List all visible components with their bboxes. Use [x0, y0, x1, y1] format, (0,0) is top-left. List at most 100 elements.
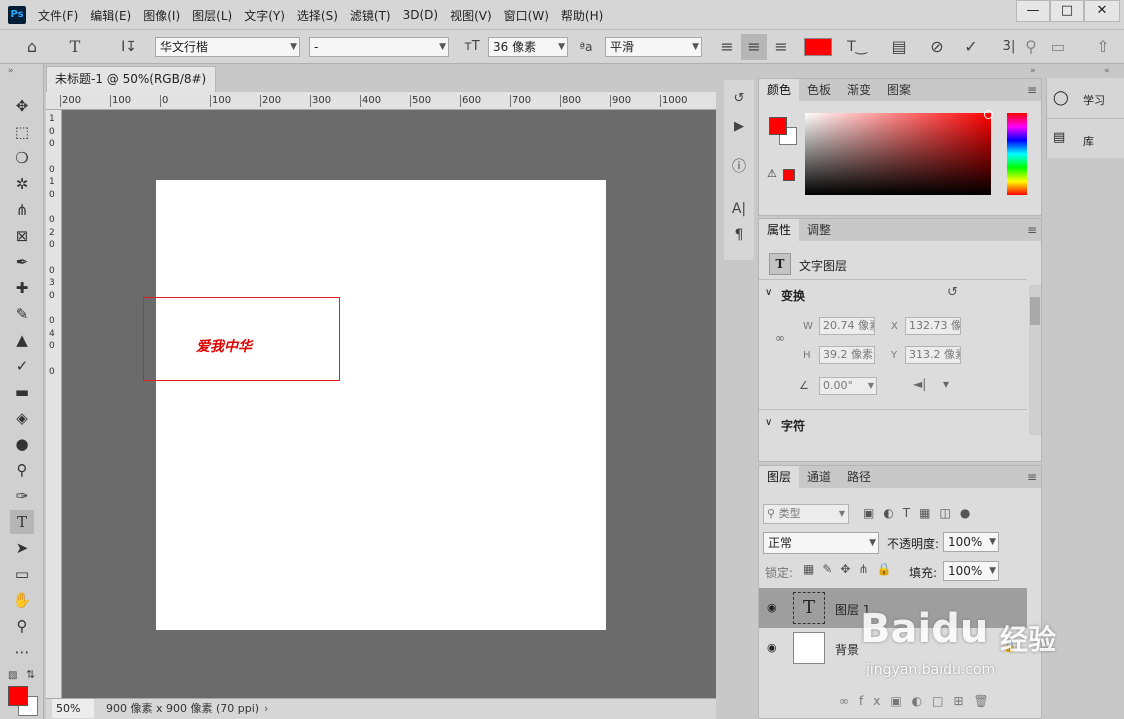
y-field[interactable]: 313.2 像素	[905, 346, 961, 364]
link-icon[interactable]: ∞	[775, 331, 785, 345]
anti-alias-select[interactable]: 平滑 ▼	[605, 37, 702, 57]
canvas-area[interactable]: 爱我中华	[62, 110, 716, 698]
scrollbar-thumb[interactable]	[1030, 297, 1040, 325]
share-icon[interactable]: ⇧	[1092, 36, 1114, 58]
eyedropper-tool-icon[interactable]: ✒	[10, 250, 34, 274]
more-tools-icon[interactable]: ⋯	[10, 640, 34, 664]
swap-colors-icon[interactable]: ⇅	[26, 668, 35, 681]
menu-filter[interactable]: 滤镜(T)	[344, 7, 397, 24]
lasso-tool-icon[interactable]: ❍	[10, 146, 34, 170]
chevron-down-icon[interactable]: ∨	[765, 287, 772, 298]
learn-label[interactable]: 学习	[1083, 92, 1105, 108]
menu-select[interactable]: 选择(S)	[291, 7, 344, 24]
tab-channels[interactable]: 通道	[799, 466, 839, 488]
flip-horizontal-icon[interactable]: ◄|	[913, 377, 926, 391]
menu-help[interactable]: 帮助(H)	[555, 7, 609, 24]
rectangle-tool-icon[interactable]: ▭	[10, 562, 34, 586]
3d-icon[interactable]: 3|	[1000, 36, 1018, 58]
text-color-swatch[interactable]	[804, 38, 832, 56]
chevron-right-icon[interactable]: ›	[264, 699, 268, 718]
crop-tool-icon[interactable]: ⋔	[10, 198, 34, 222]
fill-field[interactable]: 100% ▼	[943, 561, 999, 581]
color-field[interactable]	[805, 113, 991, 195]
libraries-icon[interactable]: ▤	[1053, 130, 1065, 145]
layer-name[interactable]: 图层 1	[835, 601, 870, 618]
menu-window[interactable]: 窗口(W)	[498, 7, 555, 24]
reset-icon[interactable]: ↺	[947, 285, 958, 300]
menu-file[interactable]: 文件(F)	[32, 7, 84, 24]
history-brush-tool-icon[interactable]: ✓	[10, 354, 34, 378]
foreground-color-swatch[interactable]	[8, 686, 28, 706]
fg-color-swatch[interactable]	[769, 117, 787, 135]
text-bounding-box[interactable]: 爱我中华	[143, 297, 340, 381]
menu-3d[interactable]: 3D(D)	[397, 8, 444, 22]
zoom-level[interactable]: 50%	[52, 699, 94, 718]
align-left-icon[interactable]: ≡	[716, 36, 738, 58]
type-tool-icon[interactable]: T	[10, 510, 34, 534]
flip-vertical-icon[interactable]: ▾	[943, 377, 949, 391]
menu-view[interactable]: 视图(V)	[444, 7, 498, 24]
cancel-icon[interactable]: ⊘	[926, 36, 948, 58]
height-field[interactable]: 39.2 像素	[819, 346, 875, 364]
marquee-tool-icon[interactable]: ⬚	[10, 120, 34, 144]
warp-text-icon[interactable]: T‿	[846, 36, 868, 58]
libraries-label[interactable]: 库	[1083, 133, 1094, 149]
workspace-icon[interactable]: ▭	[1046, 36, 1070, 58]
layer-filter-select[interactable]: ⚲ 类型 ▼	[763, 504, 849, 524]
tab-patterns[interactable]: 图案	[879, 79, 919, 101]
tab-properties[interactable]: 属性	[759, 219, 800, 241]
magic-wand-tool-icon[interactable]: ✲	[10, 172, 34, 196]
width-field[interactable]: 20.74 像素	[819, 317, 875, 335]
gamut-color-swatch[interactable]	[783, 169, 795, 181]
paint-bucket-tool-icon[interactable]: ◈	[10, 406, 34, 430]
tab-adjustments[interactable]: 调整	[799, 219, 839, 241]
character-icon[interactable]: A|	[728, 198, 750, 220]
document-tab[interactable]: 未标题-1 @ 50%(RGB/8#) ×	[46, 66, 216, 110]
pen-tool-icon[interactable]: ✑	[10, 484, 34, 508]
collapse-icon[interactable]: »	[1030, 66, 1036, 76]
learn-icon[interactable]: ◯	[1053, 90, 1069, 106]
dodge-tool-icon[interactable]: ⚲	[10, 458, 34, 482]
info-icon[interactable]: ⓘ	[728, 156, 750, 178]
menu-type[interactable]: 文字(Y)	[238, 7, 291, 24]
align-right-icon[interactable]: ≡	[770, 36, 792, 58]
default-colors-icon[interactable]: ▧	[8, 670, 17, 681]
tab-gradients[interactable]: 渐变	[839, 79, 879, 101]
lock-icons[interactable]: ▦✎✥⋔🔒	[803, 562, 899, 576]
eraser-tool-icon[interactable]: ▬	[10, 380, 34, 404]
align-center-icon[interactable]: ≡	[741, 34, 767, 60]
frame-tool-icon[interactable]: ⊠	[10, 224, 34, 248]
actions-play-icon[interactable]: ▶	[728, 116, 750, 138]
collapse-icon[interactable]: »	[8, 66, 14, 76]
path-selection-tool-icon[interactable]: ➤	[10, 536, 34, 560]
blend-mode-select[interactable]: 正常 ▼	[763, 532, 879, 554]
blur-tool-icon[interactable]: ●	[10, 432, 34, 456]
search-icon[interactable]: ⚲	[1022, 36, 1040, 58]
color-picker-handle[interactable]	[984, 110, 993, 119]
hand-tool-icon[interactable]: ✋	[10, 588, 34, 612]
gamut-warning-icon[interactable]: ⚠	[767, 167, 777, 180]
document-canvas[interactable]	[156, 180, 606, 630]
hue-slider[interactable]	[1007, 113, 1027, 195]
history-icon[interactable]: ↺	[728, 88, 750, 110]
menu-image[interactable]: 图像(I)	[137, 7, 186, 24]
tab-color[interactable]: 颜色	[759, 79, 800, 101]
eye-icon[interactable]: ◉	[767, 601, 777, 614]
zoom-tool-icon[interactable]: ⚲	[10, 614, 34, 638]
layer-filter-icons[interactable]: ▣◐T▦◫●	[863, 506, 979, 520]
maximize-button[interactable]: □	[1050, 0, 1084, 22]
character-panel-icon[interactable]: ▤	[888, 36, 910, 58]
font-size-select[interactable]: 36 像素 ▼	[488, 37, 568, 57]
minimize-button[interactable]: —	[1016, 0, 1050, 22]
stamp-tool-icon[interactable]: ▲	[10, 328, 34, 352]
tab-swatches[interactable]: 色板	[799, 79, 839, 101]
angle-field[interactable]: 0.00° ▼	[819, 377, 877, 395]
layer-row[interactable]: ◉ 背景 🔒	[759, 628, 1027, 668]
close-window-button[interactable]: ✕	[1084, 0, 1120, 22]
home-icon[interactable]: ⌂	[20, 36, 44, 58]
collapse-icon[interactable]: «	[1104, 66, 1110, 76]
opacity-field[interactable]: 100% ▼	[943, 532, 999, 552]
font-style-select[interactable]: - ▼	[309, 37, 449, 57]
document-text[interactable]: 爱我中华	[196, 336, 252, 356]
menu-edit[interactable]: 编辑(E)	[84, 7, 137, 24]
